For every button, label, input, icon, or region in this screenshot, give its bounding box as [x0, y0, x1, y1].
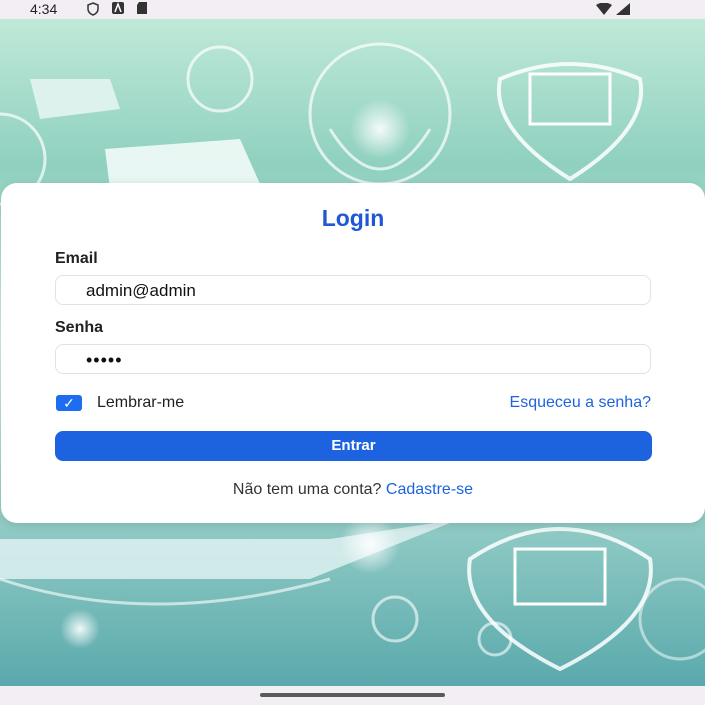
font-app-icon [112, 2, 124, 14]
remember-label[interactable]: Lembrar-me [97, 394, 184, 412]
wifi-icon [596, 2, 613, 15]
check-icon: ✓ [63, 395, 75, 411]
email-field[interactable]: admin@admin [55, 275, 651, 305]
remember-checkbox[interactable]: ✓ [56, 395, 82, 411]
status-time: 4:34 [30, 1, 58, 17]
password-field[interactable]: ••••• [55, 344, 651, 374]
signup-prompt: Não tem uma conta? [232, 481, 382, 498]
login-button[interactable]: Entrar [55, 431, 652, 461]
shield-icon [87, 2, 99, 16]
login-card: Login Email admin@admin Senha ••••• ✓ Le… [1, 183, 705, 523]
signal-icon [616, 3, 630, 15]
forgot-password-link[interactable]: Esqueceu a senha? [510, 394, 651, 412]
status-bar: 4:34 [0, 0, 705, 19]
sd-card-icon [137, 2, 147, 14]
page-title: Login [321, 205, 385, 231]
signup-text: Não tem uma conta? Cadastre-se [1, 481, 705, 499]
navigation-bar [0, 686, 705, 705]
home-gesture-handle[interactable] [260, 693, 445, 697]
signup-link[interactable]: Cadastre-se [386, 481, 473, 498]
password-label: Senha [55, 319, 104, 336]
email-label: Email [55, 250, 98, 267]
